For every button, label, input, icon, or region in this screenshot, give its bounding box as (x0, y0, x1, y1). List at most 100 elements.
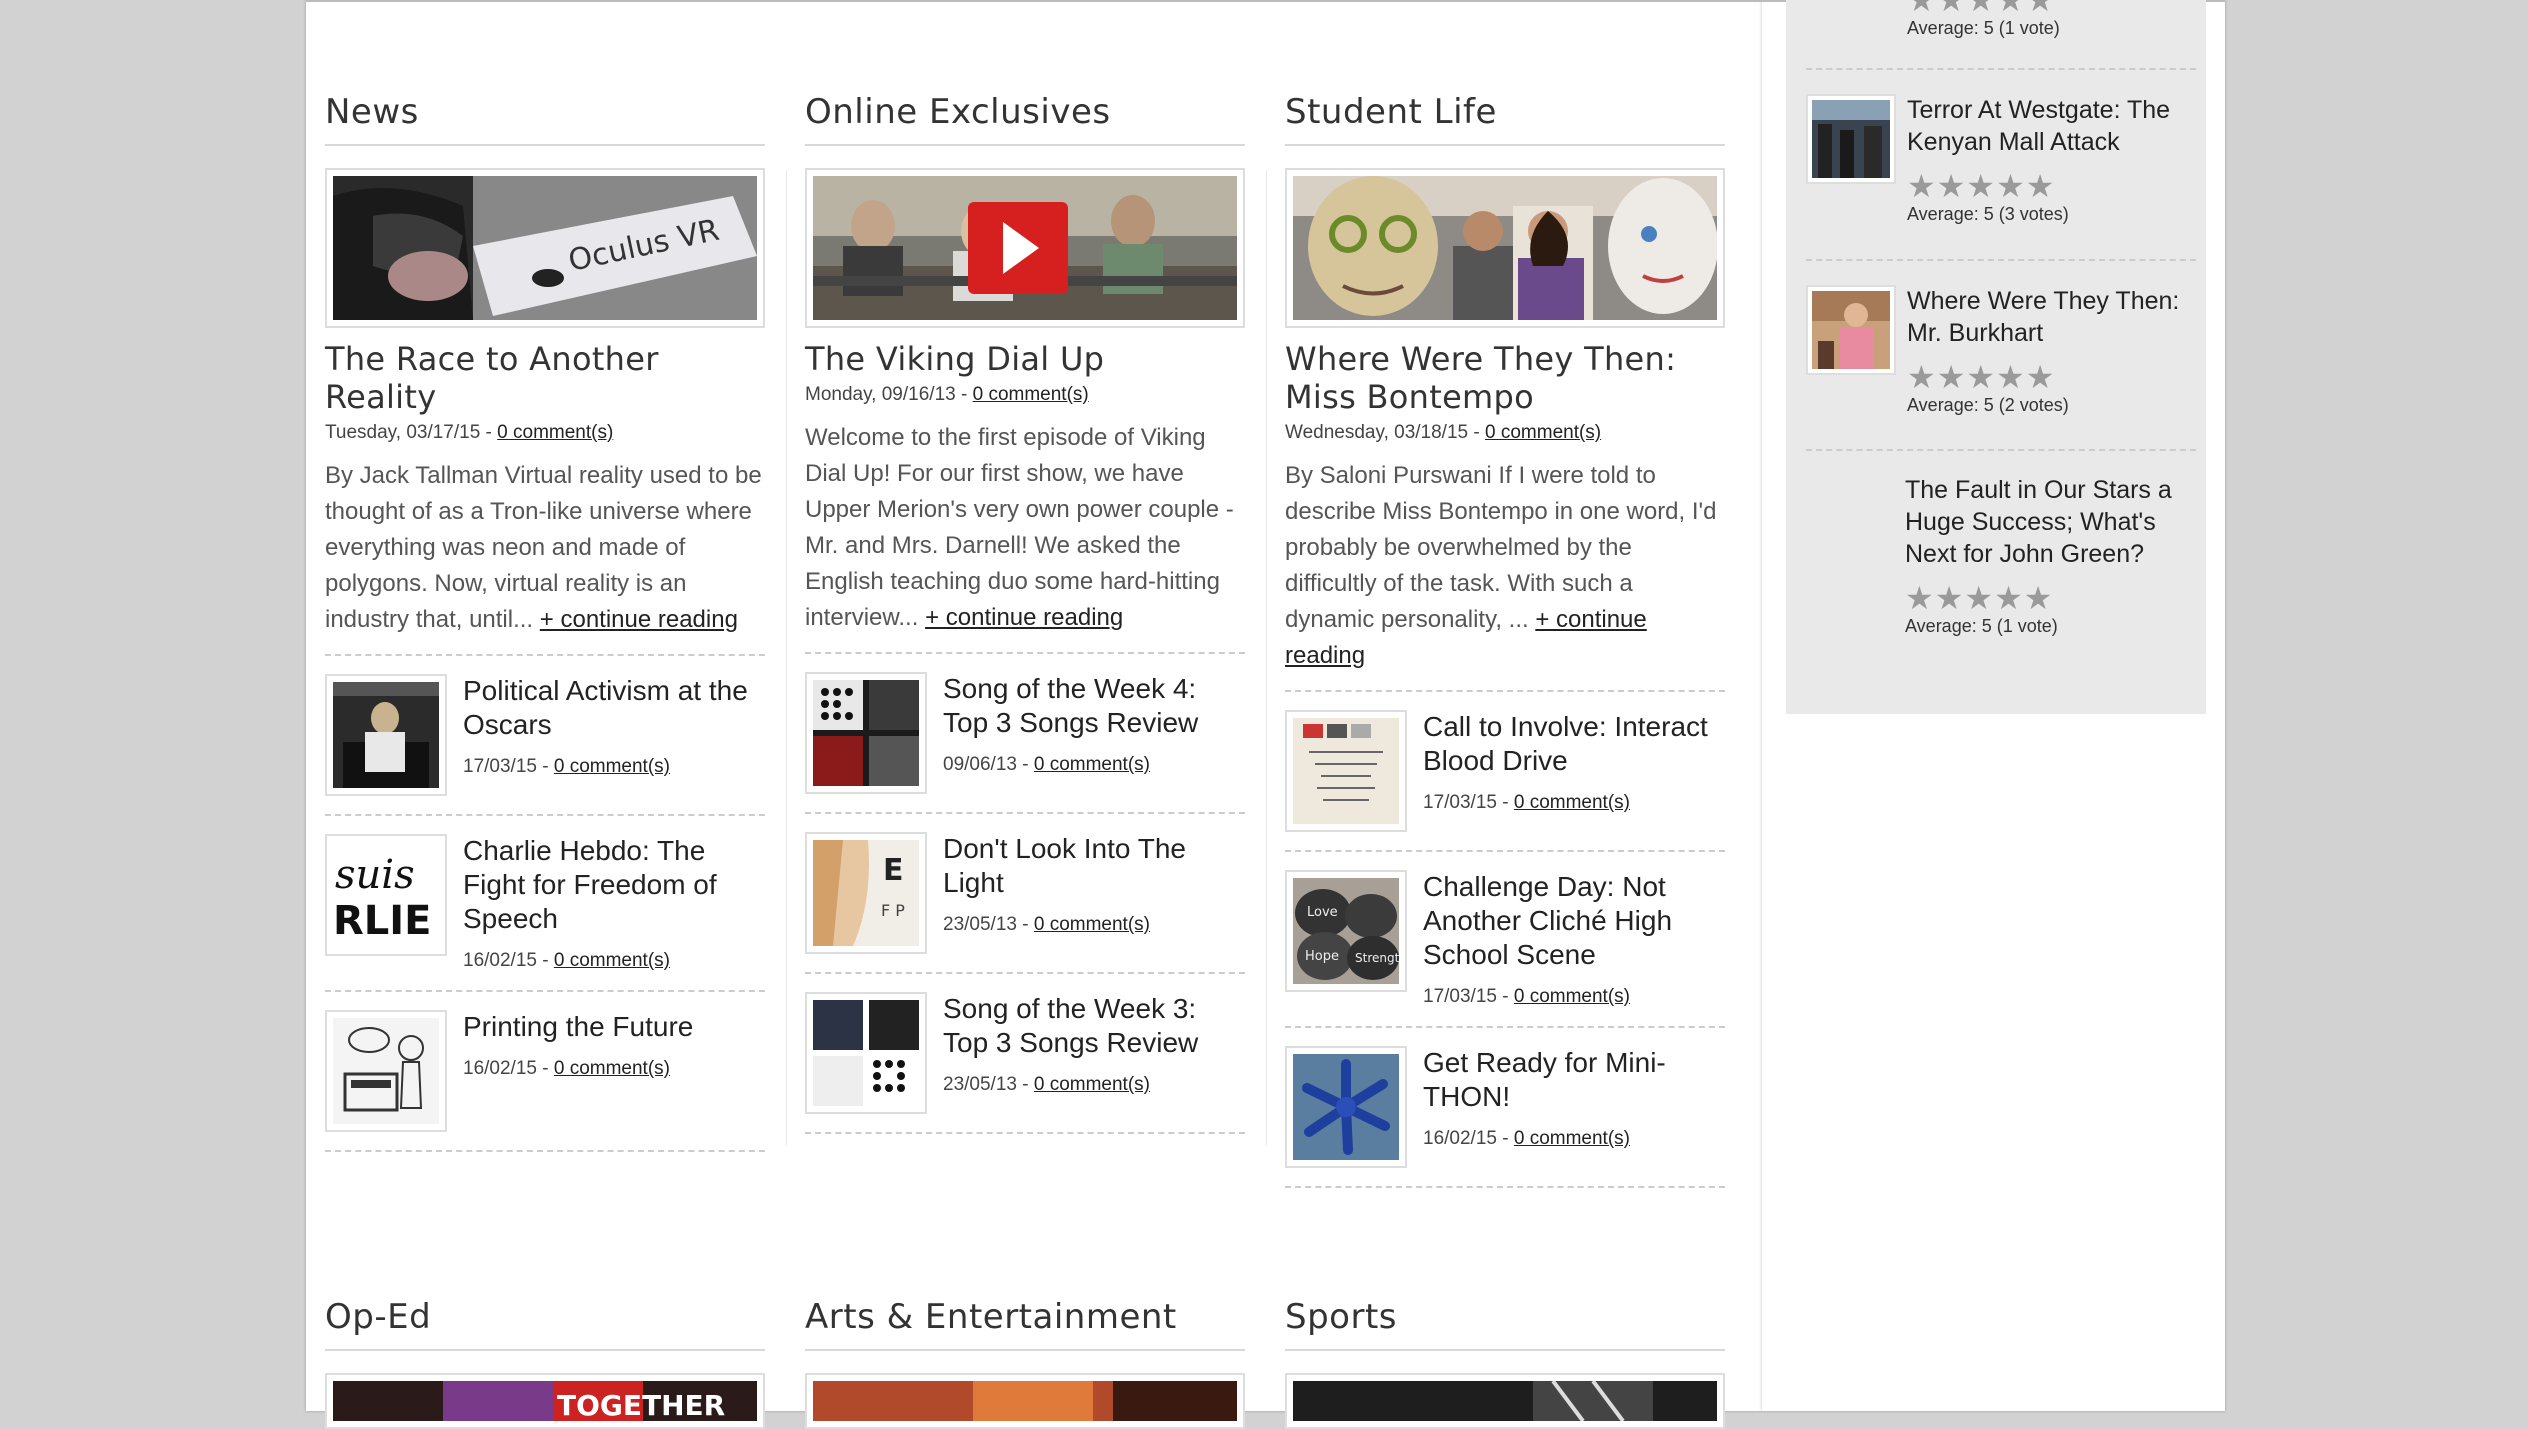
news-column: News Oculus VR The Race to Another Reali… (325, 90, 765, 1153)
star-icon[interactable]: ★ (1907, 168, 1937, 204)
item-date: 17/03/15 (463, 756, 537, 778)
featured-excerpt: By Saloni Purswani If I were told to des… (1285, 458, 1725, 674)
featured-title-news[interactable]: The Race to Another Reality (325, 340, 765, 416)
list-item[interactable]: Song of the Week 3: Top 3 Songs Review 2… (805, 974, 1245, 1135)
star-icon[interactable]: ★ (1994, 580, 2024, 616)
divider (1806, 68, 2196, 70)
item-title[interactable]: Printing the Future (463, 1010, 693, 1044)
item-title[interactable]: Challenge Day: Not Another Cliché High S… (1423, 870, 1725, 972)
comments-link[interactable]: 0 comment(s) (1514, 792, 1630, 813)
item-title[interactable]: Call to Involve: Interact Blood Drive (1423, 710, 1725, 778)
list-item[interactable]: EF P Don't Look Into The Light 23/05/13 … (805, 814, 1245, 975)
star-icon[interactable]: ★ (1966, 359, 1996, 395)
list-item[interactable]: suis RLIE Charlie Hebdo: The Fight for Fr… (325, 816, 765, 993)
item-title[interactable]: Political Activism at the Oscars (463, 674, 765, 742)
star-icon[interactable]: ★ (1935, 580, 1965, 616)
comments-link[interactable]: 0 comment(s) (1034, 754, 1150, 775)
star-icon[interactable]: ★ (1905, 580, 1935, 616)
featured-title-online[interactable]: The Viking Dial Up (805, 340, 1245, 378)
section-title-student[interactable]: Student Life (1285, 90, 1725, 147)
item-thumbnail[interactable] (1285, 710, 1407, 833)
star-icon[interactable]: ★ (1907, 359, 1937, 395)
rating-stars[interactable]: ★★★★★ (1907, 361, 2197, 393)
item-thumbnail[interactable] (1285, 1046, 1407, 1169)
comments-link[interactable]: 0 comment(s) (554, 1058, 670, 1079)
star-icon[interactable]: ★ (1966, 168, 1996, 204)
star-icon[interactable]: ★ (2026, 168, 2056, 204)
oculus-photo: Oculus VR (333, 176, 757, 321)
featured-excerpt: Welcome to the first episode of Viking D… (805, 420, 1245, 636)
item-title[interactable]: Terror At Westgate: The Kenyan Mall Atta… (1907, 94, 2197, 158)
comments-link[interactable]: 0 comment(s) (497, 422, 613, 443)
comments-link[interactable]: 0 comment(s) (1485, 422, 1601, 443)
item-title[interactable]: Where Were They Then: Mr. Burkhart (1907, 285, 2197, 349)
svg-text:E: E (883, 853, 904, 888)
comments-link[interactable]: 0 comment(s) (1514, 986, 1630, 1007)
star-icon[interactable]: ★ (1966, 0, 1996, 18)
comments-link[interactable]: 0 comment(s) (1034, 914, 1150, 935)
list-item[interactable]: Call to Involve: Interact Blood Drive 17… (1285, 692, 1725, 853)
star-icon[interactable]: ★ (1996, 168, 2026, 204)
star-icon[interactable]: ★ (1937, 0, 1967, 18)
featured-image-arts[interactable] (805, 1373, 1245, 1429)
item-title[interactable]: Don't Look Into The Light (943, 832, 1245, 900)
featured-title-student[interactable]: Where Were They Then: Miss Bontempo (1285, 340, 1725, 416)
star-icon[interactable]: ★ (2026, 0, 2056, 18)
item-title[interactable]: Song of the Week 3: Top 3 Songs Review (943, 992, 1245, 1060)
sidebar-item[interactable]: Terror At Westgate: The Kenyan Mall Atta… (1806, 94, 2196, 244)
continue-reading-link[interactable]: + continue reading (925, 604, 1123, 631)
star-icon[interactable]: ★ (2024, 580, 2054, 616)
featured-image-news[interactable]: Oculus VR (325, 168, 765, 329)
sidebar-item[interactable]: The Fault in Our Stars a Huge Success; W… (1806, 474, 2196, 664)
continue-reading-link[interactable]: + continue reading (540, 606, 738, 633)
star-icon[interactable]: ★ (1964, 580, 1994, 616)
list-item[interactable]: Get Ready for Mini-THON! 16/02/15 - 0 co… (1285, 1028, 1725, 1189)
item-thumbnail[interactable] (805, 992, 927, 1115)
comments-link[interactable]: 0 comment(s) (554, 950, 670, 971)
rating-stars[interactable]: ★★★★★ (1907, 0, 2197, 16)
list-item[interactable]: Printing the Future 16/02/15 - 0 comment… (325, 992, 765, 1153)
item-title[interactable]: Get Ready for Mini-THON! (1423, 1046, 1725, 1114)
comments-link[interactable]: 0 comment(s) (973, 384, 1089, 405)
star-icon[interactable]: ★ (1907, 0, 1937, 18)
item-thumbnail[interactable] (325, 1010, 447, 1133)
item-thumbnail[interactable] (805, 672, 927, 795)
section-title-online[interactable]: Online Exclusives (805, 90, 1245, 147)
star-icon[interactable]: ★ (1996, 359, 2026, 395)
svg-text:suis: suis (335, 852, 415, 898)
list-item[interactable]: Political Activism at the Oscars 17/03/1… (325, 656, 765, 817)
sidebar-item[interactable]: Where Were They Then: Mr. Burkhart ★★★★★… (1806, 285, 2196, 435)
item-thumbnail[interactable] (1806, 285, 1896, 375)
star-icon[interactable]: ★ (1996, 0, 2026, 18)
op-ed-column: Op-Ed TOGETHER (325, 1295, 765, 1429)
item-title[interactable]: Charlie Hebdo: The Fight for Freedom of … (463, 834, 765, 936)
item-title[interactable]: The Fault in Our Stars a Huge Success; W… (1905, 474, 2195, 570)
item-thumbnail[interactable]: Love Hope Strength (1285, 870, 1407, 993)
star-icon[interactable]: ★ (1937, 168, 1967, 204)
section-title-sports[interactable]: Sports (1285, 1295, 1725, 1352)
featured-image-online[interactable] (805, 168, 1245, 329)
rating-stars[interactable]: ★★★★★ (1907, 170, 2197, 202)
star-icon[interactable]: ★ (2026, 359, 2056, 395)
section-title-oped[interactable]: Op-Ed (325, 1295, 765, 1352)
item-thumbnail[interactable]: E F P (805, 832, 927, 955)
comments-link[interactable]: 0 comment(s) (554, 756, 670, 777)
list-item[interactable]: Song of the Week 4: Top 3 Songs Review 0… (805, 654, 1245, 815)
rating-stars[interactable]: ★★★★★ (1905, 582, 2195, 614)
item-thumbnail[interactable] (1806, 94, 1896, 184)
featured-meta: Monday, 09/16/13 - 0 comment(s) (805, 384, 1089, 406)
star-icon[interactable]: ★ (1937, 359, 1967, 395)
item-date: 16/02/15 (1423, 1128, 1497, 1150)
list-item[interactable]: Love Hope Strength Challenge Day: Not Anot… (1285, 852, 1725, 1029)
featured-image-oped[interactable]: TOGETHER (325, 1373, 765, 1429)
comments-link[interactable]: 0 comment(s) (1514, 1128, 1630, 1149)
item-thumbnail[interactable]: suis RLIE (325, 834, 447, 957)
item-thumbnail[interactable] (325, 674, 447, 797)
item-date: 23/05/13 (943, 914, 1017, 936)
featured-image-sports[interactable] (1285, 1373, 1725, 1429)
section-title-arts[interactable]: Arts & Entertainment (805, 1295, 1245, 1352)
featured-image-student[interactable] (1285, 168, 1725, 329)
section-title-news[interactable]: News (325, 90, 765, 147)
comments-link[interactable]: 0 comment(s) (1034, 1074, 1150, 1095)
item-title[interactable]: Song of the Week 4: Top 3 Songs Review (943, 672, 1245, 740)
